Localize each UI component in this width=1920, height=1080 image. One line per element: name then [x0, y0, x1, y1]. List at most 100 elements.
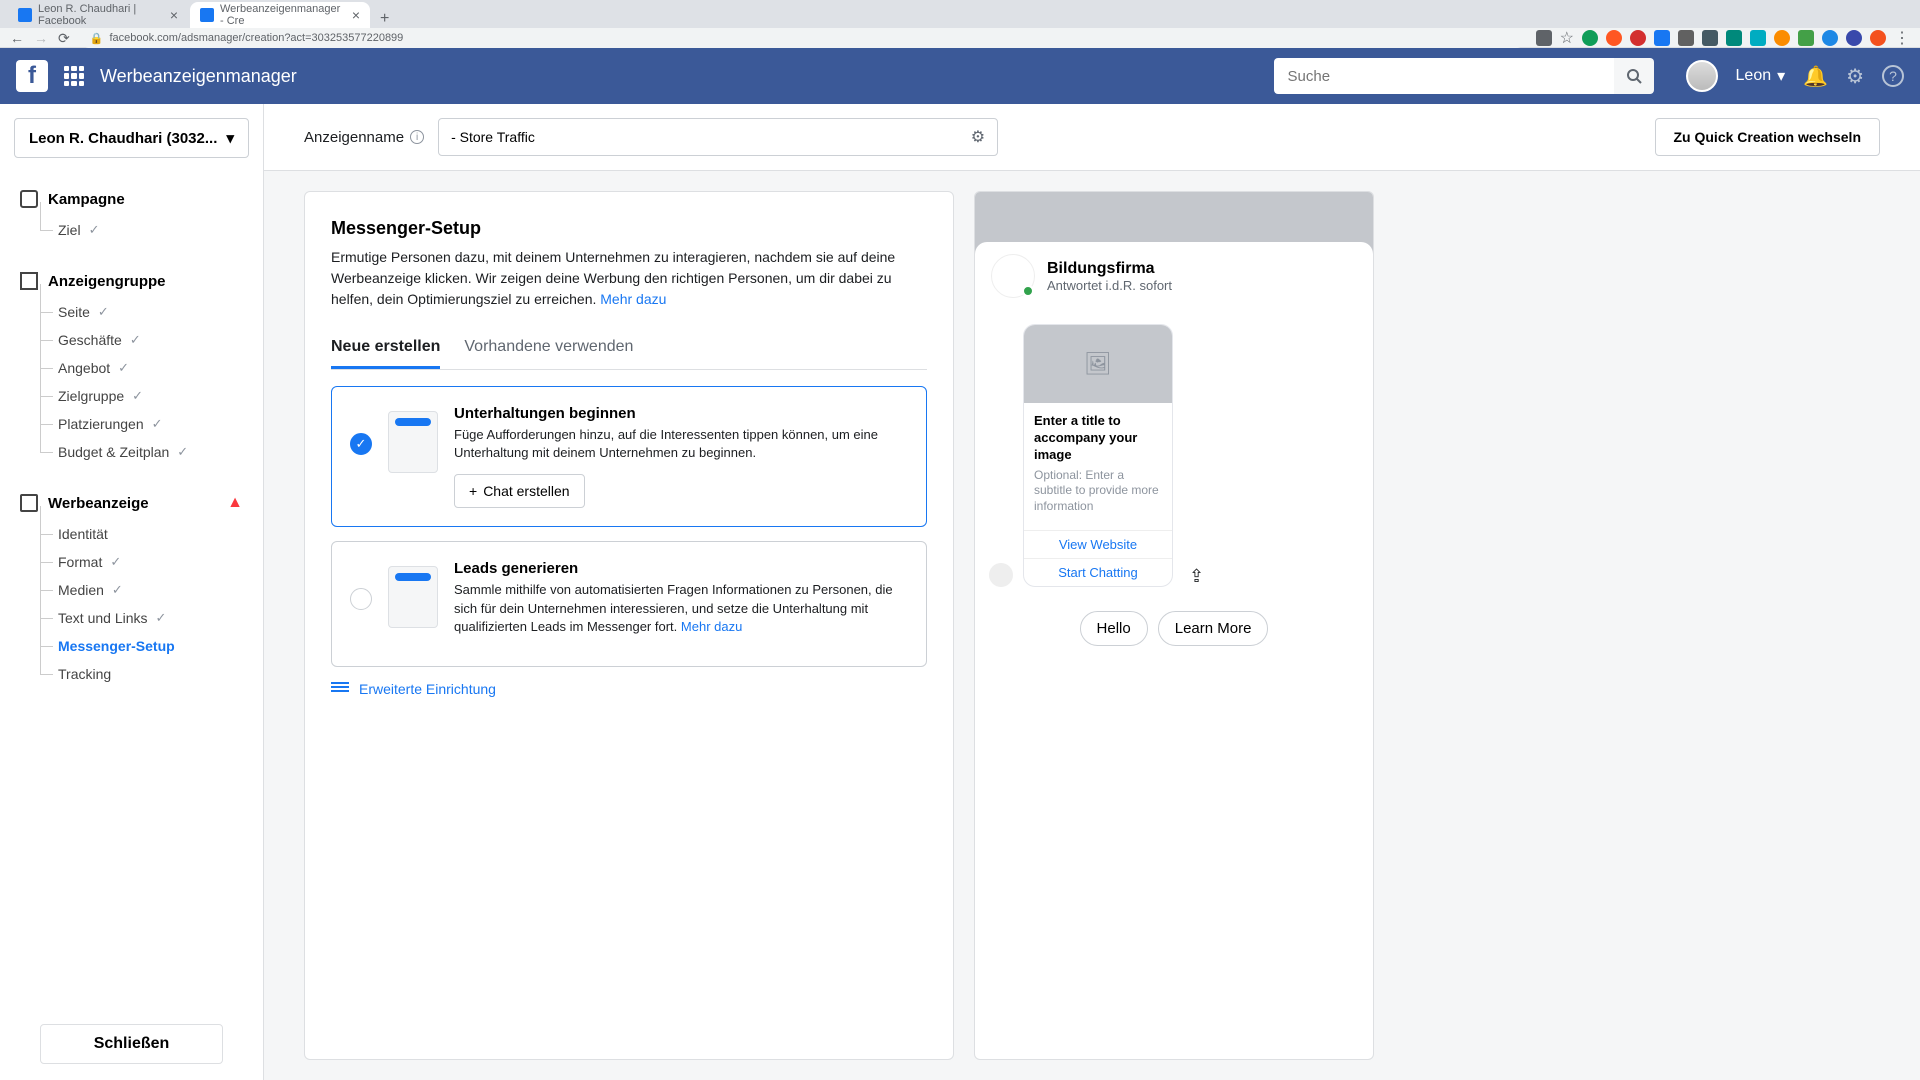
quick-reply-hello[interactable]: Hello [1080, 611, 1148, 646]
close-icon[interactable]: × [170, 7, 178, 23]
extension-icon[interactable] [1774, 30, 1790, 46]
section-label: Anzeigengruppe [48, 273, 166, 290]
forward-icon[interactable]: → [34, 30, 48, 46]
adset-icon [20, 272, 38, 290]
advanced-setup-link[interactable]: Erweiterte Einrichtung [331, 681, 927, 697]
sidebar-item-label: Seite [58, 304, 90, 320]
browser-tab[interactable]: Leon R. Chaudhari | Facebook × [8, 2, 188, 28]
browser-chrome: Leon R. Chaudhari | Facebook × Werbeanze… [0, 0, 1920, 48]
extension-icon[interactable] [1726, 30, 1742, 46]
extension-icon[interactable] [1870, 30, 1886, 46]
info-icon[interactable]: i [410, 130, 424, 144]
facebook-logo-icon[interactable]: f [16, 60, 48, 92]
close-button[interactable]: Schließen [40, 1024, 223, 1064]
sidebar-item-label: Text und Links [58, 610, 148, 626]
option-title: Leads generieren [454, 560, 908, 577]
section-label: Kampagne [48, 191, 125, 208]
tab-title: Werbeanzeigenmanager - Cre [220, 3, 346, 27]
start-chatting-button[interactable]: Start Chatting [1024, 558, 1172, 586]
learn-more-link[interactable]: Mehr dazu [681, 619, 742, 634]
gear-icon[interactable]: ⚙ [1846, 64, 1864, 89]
sliders-icon [331, 682, 349, 696]
extension-icon[interactable] [1630, 30, 1646, 46]
user-area: Leon ▾ 🔔 ⚙ ? [1686, 60, 1904, 92]
conversation-illustration [388, 411, 438, 473]
ad-name-label: Anzeigenname i [304, 129, 424, 146]
extension-icon[interactable] [1750, 30, 1766, 46]
user-menu[interactable]: Leon ▾ [1736, 66, 1786, 86]
extension-icon[interactable] [1606, 30, 1622, 46]
sidebar-item-label: Ziel [58, 222, 81, 238]
search-button[interactable] [1614, 58, 1654, 94]
search-input[interactable] [1274, 58, 1614, 94]
tab-new[interactable]: Neue erstellen [331, 328, 440, 369]
browser-tab[interactable]: Werbeanzeigenmanager - Cre × [190, 2, 370, 28]
ad-name-bar: Anzeigenname i - Store Traffic ⚙ Zu Quic… [264, 104, 1920, 171]
extension-icon[interactable] [1846, 30, 1862, 46]
lock-icon: 🔒 [90, 32, 104, 45]
quick-replies: Hello Learn More [975, 601, 1373, 656]
button-label: Chat erstellen [483, 483, 569, 499]
new-tab-button[interactable]: + [372, 10, 397, 28]
url-field[interactable]: 🔒 facebook.com/adsmanager/creation?act=3… [80, 28, 1526, 48]
extension-icon[interactable] [1654, 30, 1670, 46]
sidebar-item-label: Zielgruppe [58, 388, 124, 404]
search-icon [1626, 68, 1642, 84]
sidebar-item-tracking[interactable]: Tracking [0, 660, 263, 688]
messenger-setup-card: Messenger-Setup Ermutige Personen dazu, … [304, 191, 954, 1060]
share-icon[interactable]: ⇪ [1189, 566, 1204, 587]
sidebar-item-label: Angebot [58, 360, 110, 376]
plus-icon: + [469, 483, 477, 499]
menu-icon[interactable]: ⋮ [1894, 28, 1910, 48]
card-title: Messenger-Setup [331, 218, 927, 239]
sidebar-item-label: Identität [58, 526, 108, 542]
ad-icon [20, 494, 38, 512]
extension-icon[interactable] [1678, 30, 1694, 46]
close-icon[interactable]: × [352, 7, 360, 23]
reload-icon[interactable]: ⟳ [58, 30, 70, 47]
campaign-icon [20, 190, 38, 208]
gear-icon[interactable]: ⚙ [971, 127, 985, 147]
facebook-favicon [200, 8, 214, 22]
sidebar-item-ziel[interactable]: Ziel ✓ [0, 216, 263, 244]
check-icon: ✓ [118, 360, 129, 376]
sidebar-item-label: Geschäfte [58, 332, 122, 348]
back-icon[interactable]: ← [10, 30, 24, 46]
learn-more-link[interactable]: Mehr dazu [600, 291, 666, 307]
bell-icon[interactable]: 🔔 [1803, 64, 1828, 89]
option-title: Unterhaltungen beginnen [454, 405, 908, 422]
url-text: facebook.com/adsmanager/creation?act=303… [109, 32, 403, 44]
check-icon: ✓ [156, 610, 167, 626]
response-status: Antwortet i.d.R. sofort [1047, 278, 1172, 293]
page-avatar [991, 254, 1035, 298]
ad-name-input[interactable]: - Store Traffic ⚙ [438, 118, 998, 156]
tab-bar: Leon R. Chaudhari | Facebook × Werbeanze… [0, 0, 1920, 28]
quick-reply-learn-more[interactable]: Learn More [1158, 611, 1269, 646]
extension-icon[interactable] [1536, 30, 1552, 46]
desc-text: Sammle mithilfe von automatisierten Frag… [454, 582, 893, 633]
chevron-down-icon: ▾ [226, 129, 234, 147]
radio-unchecked-icon[interactable] [350, 588, 372, 610]
radio-checked-icon[interactable]: ✓ [350, 433, 372, 455]
extension-icon[interactable] [1822, 30, 1838, 46]
option-conversations[interactable]: ✓ Unterhaltungen beginnen Füge Aufforder… [331, 386, 927, 527]
tab-existing[interactable]: Vorhandene verwenden [464, 328, 633, 369]
account-selector[interactable]: Leon R. Chaudhari (3032... ▾ [14, 118, 249, 158]
star-icon[interactable]: ☆ [1560, 28, 1574, 48]
help-icon[interactable]: ? [1882, 65, 1904, 87]
quick-creation-button[interactable]: Zu Quick Creation wechseln [1655, 118, 1881, 156]
check-icon: ✓ [98, 304, 109, 320]
message-subtitle: Optional: Enter a subtitle to provide mo… [1034, 468, 1162, 515]
extension-icon[interactable] [1702, 30, 1718, 46]
setup-tabs: Neue erstellen Vorhandene verwenden [331, 328, 927, 370]
extension-icon[interactable] [1798, 30, 1814, 46]
avatar[interactable] [1686, 60, 1718, 92]
extension-icon[interactable] [1582, 30, 1598, 46]
apps-grid-icon[interactable] [64, 66, 84, 86]
sidebar-item-budget[interactable]: Budget & Zeitplan✓ [0, 438, 263, 466]
message-card: 🖼 Enter a title to accompany your image … [1023, 324, 1173, 587]
option-leads[interactable]: Leads generieren Sammle mithilfe von aut… [331, 541, 927, 667]
leads-illustration [388, 566, 438, 628]
create-chat-button[interactable]: + Chat erstellen [454, 474, 585, 508]
view-website-button[interactable]: View Website [1024, 530, 1172, 558]
